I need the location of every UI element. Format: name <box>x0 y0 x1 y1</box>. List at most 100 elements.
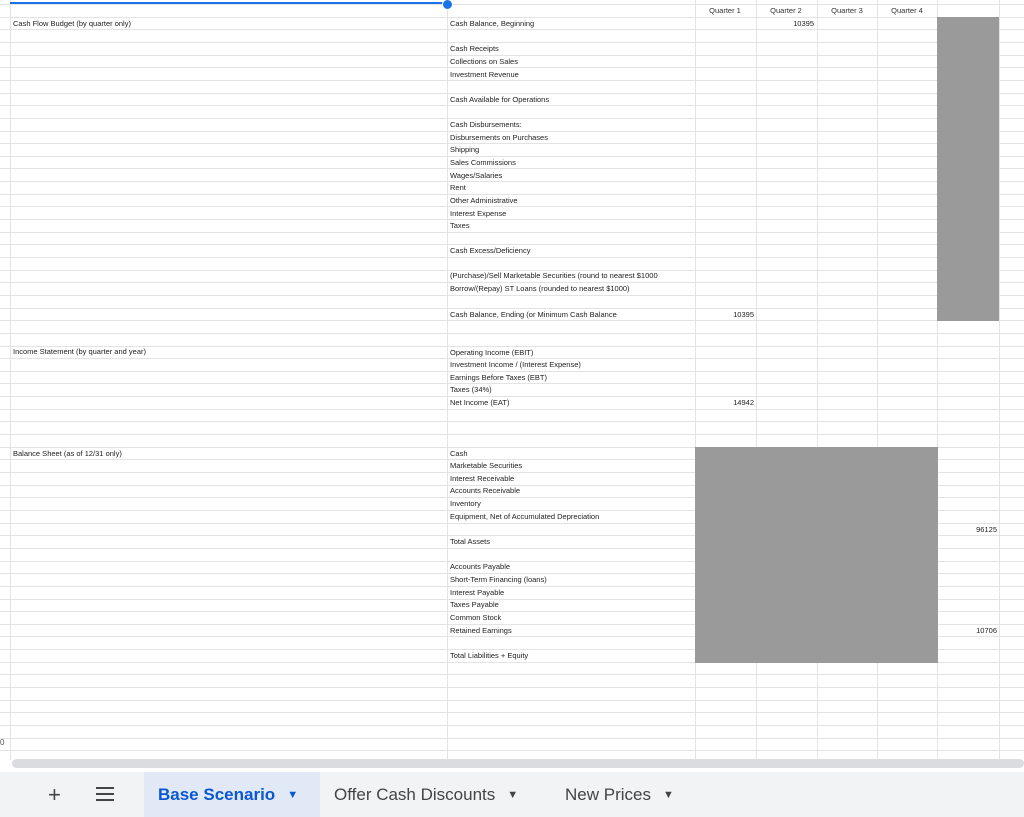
value-q2-cash-balance-beginning[interactable]: 10395 <box>756 19 814 29</box>
label-interest-payable: Interest Payable <box>450 588 505 597</box>
grid-row-line <box>0 333 1024 334</box>
label-interest-receivable: Interest Receivable <box>450 474 515 483</box>
grid-row-line <box>0 434 1024 435</box>
grid-row-line <box>0 358 1024 359</box>
label-purchase-sell-securities: (Purchase)/Sell Marketable Securities (r… <box>450 271 658 280</box>
grid-row-line <box>0 156 1024 157</box>
grid-row-line <box>0 181 1024 182</box>
grid-column-line <box>10 0 11 760</box>
grid-row-line <box>0 700 1024 701</box>
label-rent: Rent <box>450 183 466 192</box>
row-number-stub: 0 <box>0 738 5 747</box>
label-net-income: Net Income (EAT) <box>450 398 510 407</box>
chevron-down-icon[interactable]: ▼ <box>287 789 298 801</box>
grid-row-line <box>0 80 1024 81</box>
label-taxes: Taxes <box>450 221 470 230</box>
grid-row-line <box>0 320 1024 321</box>
column-header-q3: Quarter 3 <box>831 6 863 15</box>
tab-offer-cash-discounts[interactable]: Offer Cash Discounts ▼ <box>320 772 550 817</box>
selection-fill-handle[interactable] <box>442 0 453 10</box>
label-cash-receipts: Cash Receipts <box>450 44 499 53</box>
grid-row-line <box>0 194 1024 195</box>
spreadsheet-grid[interactable]: Quarter 1 Quarter 2 Quarter 3 Quarter 4 … <box>0 0 1024 760</box>
horizontal-scrollbar[interactable] <box>12 759 1024 768</box>
label-other-administrative: Other Administrative <box>450 196 518 205</box>
section-income-statement: Income Statement (by quarter and year) <box>13 347 146 356</box>
label-borrow-repay-loans: Borrow/(Repay) ST Loans (rounded to near… <box>450 284 630 293</box>
label-total-assets: Total Assets <box>450 537 491 546</box>
label-disbursements-purchases: Disbursements on Purchases <box>450 133 548 142</box>
grid-row-line <box>0 687 1024 688</box>
grid-column-line <box>999 0 1000 760</box>
label-wages-salaries: Wages/Salaries <box>450 171 503 180</box>
value-year-equipment[interactable]: 96125 <box>937 525 997 535</box>
all-sheets-menu-icon[interactable] <box>96 787 114 801</box>
grid-row-line <box>0 295 1024 296</box>
grid-row-line <box>0 738 1024 739</box>
label-retained-earnings: Retained Earnings <box>450 626 512 635</box>
tab-label: Base Scenario <box>158 784 276 804</box>
grid-row-line <box>0 346 1024 347</box>
grid-row-line <box>0 105 1024 106</box>
label-cash-disbursements: Cash Disbursements: <box>450 120 522 129</box>
grid-row-line <box>0 67 1024 68</box>
tab-label: Offer Cash Discounts <box>334 784 496 804</box>
label-cash: Cash <box>450 449 468 458</box>
label-accounts-receivable: Accounts Receivable <box>450 486 521 495</box>
grid-row-line <box>0 168 1024 169</box>
shaded-year-column <box>937 17 999 321</box>
label-interest-expense: Interest Expense <box>450 209 507 218</box>
grid-row-line <box>0 118 1024 119</box>
grid-row-line <box>0 93 1024 94</box>
grid-column-line <box>447 0 448 760</box>
column-header-q1: Quarter 1 <box>709 6 741 15</box>
grid-row-line <box>0 4 1024 5</box>
value-q1-cash-balance-ending[interactable]: 10395 <box>695 310 754 320</box>
shaded-balance-sheet-block <box>695 447 938 663</box>
tab-new-prices[interactable]: New Prices ▼ <box>551 772 701 817</box>
label-sales-commissions: Sales Commissions <box>450 158 516 167</box>
grid-row-line <box>0 371 1024 372</box>
label-taxes-payable: Taxes Payable <box>450 600 499 609</box>
grid-row-line <box>0 206 1024 207</box>
label-cash-balance-ending: Cash Balance, Ending (or Minimum Cash Ba… <box>450 310 617 319</box>
tab-base-scenario[interactable]: Base Scenario ▼ <box>144 772 320 817</box>
tab-label: New Prices <box>565 784 651 804</box>
label-cash-available: Cash Available for Operations <box>450 95 550 104</box>
grid-row-line <box>0 143 1024 144</box>
label-equipment: Equipment, Net of Accumulated Depreciati… <box>450 512 600 521</box>
grid-row-line <box>0 17 1024 18</box>
value-q1-net-income[interactable]: 14942 <box>695 398 754 408</box>
label-total-liabilities-equity: Total Liabilities + Equity <box>450 651 529 660</box>
grid-row-line <box>0 308 1024 309</box>
grid-row-line <box>0 712 1024 713</box>
grid-row-line <box>0 383 1024 384</box>
label-inventory: Inventory <box>450 499 481 508</box>
grid-row-line <box>0 409 1024 410</box>
add-sheet-button[interactable]: + <box>48 772 61 817</box>
label-operating-income: Operating Income (EBIT) <box>450 348 534 357</box>
grid-row-line <box>0 42 1024 43</box>
column-header-q2: Quarter 2 <box>770 6 802 15</box>
section-cash-flow: Cash Flow Budget (by quarter only) <box>13 19 131 28</box>
label-taxes-34: Taxes (34%) <box>450 385 492 394</box>
grid-row-line <box>0 750 1024 751</box>
grid-row-line <box>0 725 1024 726</box>
grid-row-line <box>0 131 1024 132</box>
grid-row-line <box>0 55 1024 56</box>
chevron-down-icon[interactable]: ▼ <box>507 789 518 801</box>
label-short-term-financing: Short-Term Financing (loans) <box>450 575 547 584</box>
label-accounts-payable: Accounts Payable <box>450 562 511 571</box>
grid-row-line <box>0 421 1024 422</box>
section-balance-sheet: Balance Sheet (as of 12/31 only) <box>13 449 122 458</box>
label-common-stock: Common Stock <box>450 613 502 622</box>
grid-row-line <box>0 244 1024 245</box>
label-investment-income: Investment Income / (Interest Expense) <box>450 360 581 369</box>
label-ebt: Earnings Before Taxes (EBT) <box>450 373 547 382</box>
grid-row-line <box>0 219 1024 220</box>
chevron-down-icon[interactable]: ▼ <box>663 789 674 801</box>
label-shipping: Shipping <box>450 145 480 154</box>
selection-border <box>10 2 448 4</box>
value-year-retained-earnings[interactable]: 10706 <box>937 626 997 636</box>
label-cash-excess-deficiency: Cash Excess/Deficiency <box>450 246 531 255</box>
